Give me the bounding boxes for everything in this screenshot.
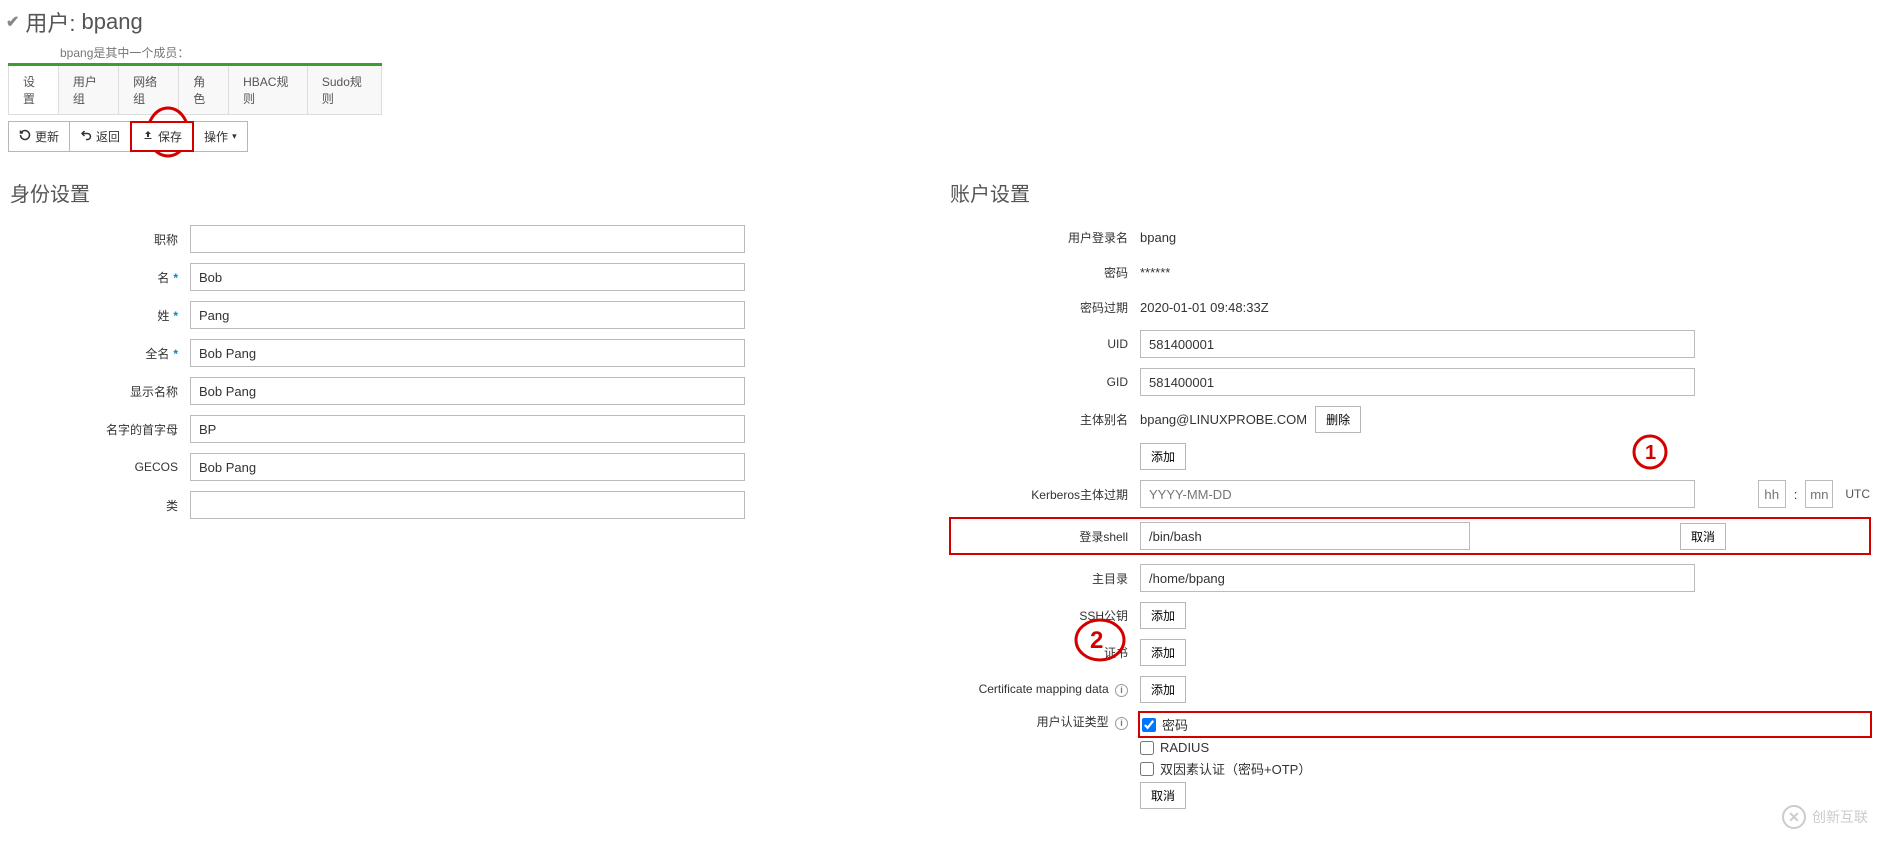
page-title: ✔ 用户: bpang bbox=[0, 0, 1880, 46]
krb-hh-input[interactable] bbox=[1758, 480, 1786, 508]
full-name-label: 全名* bbox=[10, 345, 190, 362]
auth-radius-input[interactable] bbox=[1140, 741, 1154, 755]
auth-type-label: 用户认证类型 i bbox=[950, 713, 1140, 730]
ssh-key-label: SSH公钥 bbox=[950, 607, 1140, 624]
auth-password-label: 密码 bbox=[1162, 715, 1188, 734]
auth-twofactor-checkbox[interactable]: 双因素认证（密码+OTP） bbox=[1140, 759, 1870, 778]
uid-label: UID bbox=[950, 337, 1140, 351]
account-section: 账户设置 用户登录名 bpang 密码 ****** 密码过期 2020-01-… bbox=[940, 158, 1880, 839]
page-title-prefix: 用户: bbox=[25, 6, 75, 38]
home-dir-label: 主目录 bbox=[950, 570, 1140, 587]
tab-hbac[interactable]: HBAC规则 bbox=[229, 66, 308, 114]
password-expire-label: 密码过期 bbox=[950, 299, 1140, 316]
initials-input[interactable] bbox=[190, 415, 745, 443]
tab-net-group[interactable]: 网络组 bbox=[119, 66, 179, 114]
full-name-input[interactable] bbox=[190, 339, 745, 367]
save-label: 保存 bbox=[158, 128, 182, 145]
tab-role[interactable]: 角色 bbox=[179, 66, 229, 114]
principal-alias-value: bpang@LINUXPROBE.COM bbox=[1140, 407, 1307, 432]
gid-label: GID bbox=[950, 375, 1140, 389]
add-principal-button[interactable]: 添加 bbox=[1140, 443, 1186, 470]
display-name-label: 显示名称 bbox=[10, 383, 190, 400]
add-cert-map-button[interactable]: 添加 bbox=[1140, 676, 1186, 703]
operate-label: 操作 bbox=[204, 128, 228, 145]
add-ssh-key-button[interactable]: 添加 bbox=[1140, 602, 1186, 629]
refresh-icon bbox=[19, 129, 31, 144]
identity-section: 身份设置 职称 名* 姓* 全名* 显示名称 名字的首字母 GECOS bbox=[0, 158, 940, 839]
login-name-value: bpang bbox=[1140, 225, 1870, 250]
gid-input[interactable] bbox=[1140, 368, 1695, 396]
save-button[interactable]: 保存 bbox=[130, 121, 194, 152]
krb-utc-label: UTC bbox=[1845, 487, 1870, 501]
password-expire-value: 2020-01-01 09:48:33Z bbox=[1140, 295, 1870, 320]
last-name-label: 姓* bbox=[10, 307, 190, 324]
add-cert-button[interactable]: 添加 bbox=[1140, 639, 1186, 666]
login-shell-label: 登录shell bbox=[950, 528, 1140, 545]
operate-button[interactable]: 操作 ▾ bbox=[193, 121, 248, 152]
identity-title: 身份设置 bbox=[10, 168, 930, 225]
krb-expire-label: Kerberos主体过期 bbox=[950, 486, 1140, 503]
watermark: ✕ 创新互联 bbox=[1782, 805, 1868, 829]
chevron-down-icon: ▾ bbox=[232, 131, 237, 142]
password-value: ****** bbox=[1140, 260, 1870, 285]
principal-alias-label: 主体别名 bbox=[950, 411, 1140, 428]
refresh-label: 更新 bbox=[35, 128, 59, 145]
login-shell-input[interactable] bbox=[1140, 522, 1470, 550]
gecos-input[interactable] bbox=[190, 453, 745, 481]
krb-mm-input[interactable] bbox=[1805, 480, 1833, 508]
uid-input[interactable] bbox=[1140, 330, 1695, 358]
auth-twofactor-label: 双因素认证（密码+OTP） bbox=[1160, 759, 1311, 778]
action-bar: 更新 返回 保存 操作 ▾ bbox=[0, 115, 1880, 158]
account-title: 账户设置 bbox=[950, 168, 1870, 225]
krb-date-input[interactable] bbox=[1140, 480, 1695, 508]
login-name-label: 用户登录名 bbox=[950, 229, 1140, 246]
undo-icon bbox=[80, 129, 92, 144]
back-label: 返回 bbox=[96, 128, 120, 145]
delete-principal-button[interactable]: 删除 bbox=[1315, 406, 1361, 433]
first-name-input[interactable] bbox=[190, 263, 745, 291]
info-icon: i bbox=[1115, 717, 1128, 730]
display-name-input[interactable] bbox=[190, 377, 745, 405]
tab-settings[interactable]: 设置 bbox=[8, 66, 59, 114]
refresh-button[interactable]: 更新 bbox=[8, 121, 70, 152]
cert-map-label: Certificate mapping data i bbox=[950, 682, 1140, 697]
auth-radius-label: RADIUS bbox=[1160, 740, 1209, 755]
first-name-label: 名* bbox=[10, 269, 190, 286]
password-label: 密码 bbox=[950, 264, 1140, 281]
watermark-text: 创新互联 bbox=[1812, 807, 1868, 827]
last-name-input[interactable] bbox=[190, 301, 745, 329]
job-title-label: 职称 bbox=[10, 231, 190, 248]
class-input[interactable] bbox=[190, 491, 745, 519]
initials-label: 名字的首字母 bbox=[10, 421, 190, 438]
job-title-input[interactable] bbox=[190, 225, 745, 253]
login-shell-cancel-button[interactable]: 取消 bbox=[1680, 523, 1726, 550]
auth-radius-checkbox[interactable]: RADIUS bbox=[1140, 740, 1870, 755]
auth-cancel-button[interactable]: 取消 bbox=[1140, 782, 1186, 809]
tab-sudo[interactable]: Sudo规则 bbox=[308, 66, 382, 114]
upload-icon bbox=[142, 129, 154, 144]
page-title-username: bpang bbox=[82, 9, 143, 35]
watermark-logo-icon: ✕ bbox=[1782, 805, 1806, 829]
back-button[interactable]: 返回 bbox=[69, 121, 131, 152]
check-icon: ✔ bbox=[6, 12, 19, 32]
cert-label: 证书 bbox=[950, 644, 1140, 661]
info-icon: i bbox=[1115, 684, 1128, 697]
auth-password-input[interactable] bbox=[1142, 718, 1156, 732]
gecos-label: GECOS bbox=[10, 460, 190, 474]
auth-twofactor-input[interactable] bbox=[1140, 762, 1154, 776]
member-of-label: bpang是其中一个成员： bbox=[0, 44, 1880, 61]
auth-password-checkbox[interactable]: 密码 bbox=[1142, 715, 1188, 734]
tab-user-group[interactable]: 用户组 bbox=[59, 66, 119, 114]
class-label: 类 bbox=[10, 497, 190, 514]
home-dir-input[interactable] bbox=[1140, 564, 1695, 592]
facet-tabs: 设置 用户组 网络组 角色 HBAC规则 Sudo规则 bbox=[8, 63, 382, 115]
